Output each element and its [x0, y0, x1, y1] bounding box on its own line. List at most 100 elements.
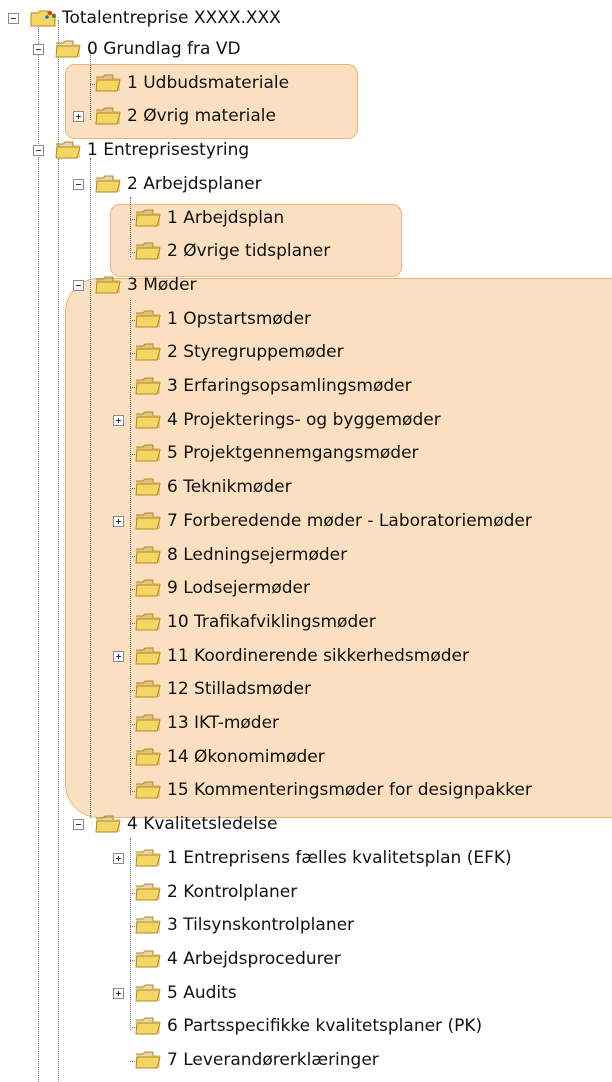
tree-item[interactable]: 5 Audits: [113, 978, 237, 1008]
tree-item-label: 2 Styregruppemøder: [167, 342, 344, 362]
tree-item[interactable]: 8 Ledningsejermøder: [115, 540, 347, 570]
folder-icon: [95, 74, 121, 92]
folder-icon: [135, 579, 161, 597]
tree-item-label: 8 Ledningsejermøder: [167, 545, 348, 565]
tree-item[interactable]: 14 Økonomimøder: [115, 742, 325, 772]
tree-item[interactable]: 5 Projektgennemgangsmøder: [115, 438, 419, 468]
tree-item[interactable]: 10 Trafikafviklingsmøder: [115, 607, 376, 637]
folder-icon: [95, 175, 121, 193]
expand-toggle[interactable]: [113, 516, 124, 527]
tree-item-label: 4 Projekterings- og byggemøder: [167, 410, 441, 430]
tree-item-label: 5 Projektgennemgangsmøder: [167, 443, 419, 463]
tree-item-label: 15 Kommenteringsmøder for designpakker: [167, 780, 532, 800]
tree-item[interactable]: 2 Øvrige tidsplaner: [115, 236, 330, 266]
tree-item-label: 1 Entreprisens fælles kvalitetsplan (EFK…: [167, 848, 512, 868]
tree-item[interactable]: 15 Kommenteringsmøder for designpakker: [115, 775, 532, 805]
expand-toggle[interactable]: [113, 651, 124, 662]
folder-icon: [135, 478, 161, 496]
folder-icon: [135, 343, 161, 361]
folder-icon: [135, 310, 161, 328]
tree-item-label: 3 Møder: [127, 275, 197, 295]
tree-item-label: 3 Tilsynskontrolplaner: [167, 915, 355, 935]
folder-icon: [135, 714, 161, 732]
folder-icon: [95, 815, 121, 833]
tree-item[interactable]: 2 Kontrolplaner: [115, 877, 297, 907]
folder-icon: [135, 950, 161, 968]
collapse-toggle-root[interactable]: [8, 13, 19, 24]
folder-icon: [135, 444, 161, 462]
tree-root-label: Totalentreprise XXXX.XXX: [62, 8, 281, 28]
tree-item-label: 2 Arbejdsplaner: [127, 174, 262, 194]
tree-item[interactable]: 7 Forberedende møder - Laboratoriemøder: [113, 506, 532, 536]
tree-item[interactable]: 1 Opstartsmøder: [115, 304, 311, 334]
tree-item-label: 2 Øvrig materiale: [127, 106, 276, 126]
folder-icon: [55, 40, 81, 58]
collapse-toggle[interactable]: [33, 145, 44, 156]
tree-line: [58, 20, 59, 1082]
tree-item-label: 7 Forberedende møder - Laboratoriemøder: [167, 511, 532, 531]
folder-icon: [135, 1051, 161, 1069]
tree-item[interactable]: 4 Arbejdsprocedurer: [115, 944, 341, 974]
folder-icon: [135, 1017, 161, 1035]
tree-item[interactable]: 6 Partsspecifikke kvalitetsplaner (PK): [115, 1011, 482, 1041]
folder-icon: [135, 748, 161, 766]
tree-item-label: 13 IKT-møder: [167, 713, 280, 733]
tree-item-label: 2 Kontrolplaner: [167, 882, 298, 902]
tree-item[interactable]: 3 Tilsynskontrolplaner: [115, 910, 354, 940]
folder-icon: [95, 107, 121, 125]
tree-item[interactable]: 12 Stilladsmøder: [115, 674, 311, 704]
folder-icon: [135, 512, 161, 530]
collapse-toggle[interactable]: [73, 179, 84, 190]
tree-item-label: 2 Øvrige tidsplaner: [167, 241, 331, 261]
tree-item[interactable]: 13 IKT-møder: [115, 708, 279, 738]
tree-item-label: 1 Arbejdsplan: [167, 208, 285, 228]
tree-root[interactable]: Totalentreprise XXXX.XXX: [8, 3, 281, 33]
tree-item[interactable]: 3 Møder: [73, 270, 197, 300]
expand-toggle[interactable]: [113, 853, 124, 864]
folder-icon: [135, 546, 161, 564]
folder-icon: [95, 276, 121, 294]
folder-icon: [135, 209, 161, 227]
expand-toggle[interactable]: [113, 415, 124, 426]
folder-icon: [135, 916, 161, 934]
folder-icon: [135, 883, 161, 901]
tree-line: [90, 158, 91, 818]
tree-item[interactable]: 9 Lodsejermøder: [115, 573, 310, 603]
tree-item[interactable]: 3 Erfaringsopsamlingsmøder: [115, 371, 412, 401]
collapse-toggle[interactable]: [33, 44, 44, 55]
tree-item[interactable]: 0 Grundlag fra VD: [33, 34, 241, 64]
tree-item-label: 1 Udbudsmateriale: [127, 73, 290, 93]
tree-item[interactable]: 6 Teknikmøder: [115, 472, 292, 502]
tree-item-label: 9 Lodsejermøder: [167, 578, 310, 598]
tree-item-label: 12 Stilladsmøder: [167, 679, 311, 699]
tree-item[interactable]: 11 Koordinerende sikkerhedsmøder: [113, 641, 469, 671]
tree-item[interactable]: 2 Øvrig materiale: [73, 101, 276, 131]
tree-item-label: 6 Partsspecifikke kvalitetsplaner (PK): [167, 1016, 483, 1036]
expand-toggle[interactable]: [113, 988, 124, 999]
tree-item-label: 11 Koordinerende sikkerhedsmøder: [167, 646, 469, 666]
tree-item[interactable]: 1 Udbudsmateriale: [75, 68, 289, 98]
tree-item-label: 10 Trafikafviklingsmøder: [167, 612, 376, 632]
tree-item[interactable]: 1 Entreprisens fælles kvalitetsplan (EFK…: [113, 843, 512, 873]
folder-icon: [135, 984, 161, 1002]
tree-item-label: 4 Arbejdsprocedurer: [167, 949, 341, 969]
tree-item[interactable]: 2 Styregruppemøder: [115, 337, 344, 367]
tree-item[interactable]: 7 Leverandørerklæringer: [115, 1045, 379, 1075]
tree-item-label: 1 Entreprisestyring: [87, 140, 250, 160]
folder-icon: [135, 411, 161, 429]
tree-item-label: 1 Opstartsmøder: [167, 309, 312, 329]
folder-icon: [55, 141, 81, 159]
folder-icon: [135, 647, 161, 665]
tree-item[interactable]: 1 Arbejdsplan: [115, 203, 284, 233]
tree-item-label: 4 Kvalitetsledelse: [127, 814, 278, 834]
collapse-toggle[interactable]: [73, 819, 84, 830]
tree-item[interactable]: 4 Kvalitetsledelse: [73, 809, 278, 839]
expand-toggle[interactable]: [73, 111, 84, 122]
collapse-toggle[interactable]: [73, 280, 84, 291]
tree-item[interactable]: 4 Projekterings- og byggemøder: [113, 405, 441, 435]
tree-item[interactable]: 2 Arbejdsplaner: [73, 169, 262, 199]
folder-icon: [135, 781, 161, 799]
folder-icon: [135, 242, 161, 260]
tree-item[interactable]: 1 Entreprisestyring: [33, 135, 250, 165]
tree-line: [38, 20, 39, 1082]
